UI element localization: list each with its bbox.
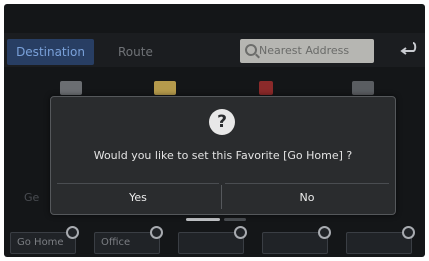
favorite-slot-2[interactable]: Office (94, 226, 163, 254)
back-arrow-icon[interactable] (396, 37, 420, 63)
search-field[interactable]: Nearest Address (240, 39, 374, 63)
tab-destination[interactable]: Destination (7, 39, 94, 65)
favorite-slot-5[interactable] (346, 226, 415, 254)
button-divider (221, 185, 222, 209)
page-indicator (186, 218, 246, 221)
menu-icon (60, 81, 82, 95)
menu-icon (352, 81, 374, 95)
favorite-slot-1[interactable]: Go Home (10, 226, 79, 254)
navigation-screen: Destination Route Nearest Address Ge Go … (4, 4, 425, 257)
question-icon: ? (209, 109, 235, 135)
yes-button[interactable]: Yes (57, 183, 219, 212)
tab-route[interactable]: Route (118, 39, 153, 65)
search-icon (245, 44, 257, 56)
favorite-label: Go Home (17, 237, 64, 248)
favorite-slot-3[interactable] (178, 226, 247, 254)
menu-icon (154, 81, 176, 95)
background-label: Ge (24, 191, 40, 204)
menu-icon (259, 81, 273, 95)
dialog-message: Would you like to set this Favorite [Go … (93, 149, 353, 162)
gear-icon[interactable] (318, 226, 331, 239)
no-button[interactable]: No (225, 183, 389, 212)
gear-icon[interactable] (234, 226, 247, 239)
confirm-dialog: ? Would you like to set this Favorite [G… (50, 96, 396, 215)
page-indicator-active (186, 218, 220, 221)
page-indicator-inactive (224, 218, 246, 221)
gear-icon[interactable] (66, 226, 79, 239)
favorite-label: Office (101, 237, 131, 248)
search-placeholder: Nearest Address (259, 44, 350, 57)
gear-icon[interactable] (402, 226, 415, 239)
favorite-slot-4[interactable] (262, 226, 331, 254)
gear-icon[interactable] (150, 226, 163, 239)
